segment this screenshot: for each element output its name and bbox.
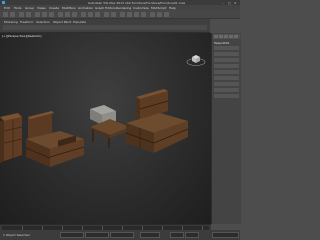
rotate-icon[interactable] xyxy=(65,11,70,17)
status-bar: 1 Object Selected xyxy=(0,230,240,240)
undo-icon[interactable] xyxy=(3,11,8,17)
select-object-icon[interactable] xyxy=(35,11,40,17)
menu-item-create[interactable]: Create xyxy=(49,6,59,10)
modifier-stack-row[interactable] xyxy=(214,64,239,68)
viewport-navigation-controls[interactable] xyxy=(212,232,239,238)
modifier-stack-row[interactable] xyxy=(214,70,239,74)
curve-editor-icon[interactable] xyxy=(127,11,132,17)
wooden-hutch-model[interactable] xyxy=(124,89,190,155)
percent-snap-icon[interactable] xyxy=(95,11,100,17)
set-key-button[interactable] xyxy=(185,232,199,238)
move-icon[interactable] xyxy=(58,11,63,17)
menu-item-modifiers[interactable]: Modifiers xyxy=(62,6,76,10)
auto-key-button[interactable] xyxy=(170,232,184,238)
perspective-viewport[interactable]: [+][Perspective][Realistic] xyxy=(0,33,211,224)
ribbon-tab-freeform[interactable]: Freeform xyxy=(20,20,33,24)
select-by-name-icon[interactable] xyxy=(42,11,47,17)
modifier-stack-row[interactable] xyxy=(214,52,239,56)
snap-toggle-icon[interactable] xyxy=(81,11,86,17)
mirror-icon[interactable] xyxy=(104,11,109,17)
window-title: Autodesk 3ds Max 2013 x64 Furniture/Furn… xyxy=(88,0,186,5)
menu-item-edit[interactable]: Edit xyxy=(4,6,10,10)
modifier-stack-row[interactable] xyxy=(214,82,239,86)
render-setup-icon[interactable] xyxy=(150,11,155,17)
ribbon-tab-selection[interactable]: Selection xyxy=(36,20,50,24)
modifier-stack-row[interactable] xyxy=(214,76,239,80)
selection-region-icon[interactable] xyxy=(49,11,54,17)
wooden-cabinet-model[interactable] xyxy=(22,111,86,169)
menu-item-tools[interactable]: Tools xyxy=(14,6,21,10)
command-panel: Teapot001 xyxy=(211,33,241,224)
grid-field[interactable] xyxy=(140,232,160,238)
hierarchy-tab-icon[interactable] xyxy=(224,35,228,38)
modify-tab-icon[interactable] xyxy=(219,35,223,38)
scale-icon[interactable] xyxy=(72,11,77,17)
material-editor-icon[interactable] xyxy=(141,11,146,17)
main-toolbar xyxy=(0,10,240,19)
menu-item-group[interactable]: Group xyxy=(25,6,34,10)
display-tab-icon[interactable] xyxy=(234,35,238,38)
menu-item-maxscript[interactable]: MAXScript xyxy=(151,6,166,10)
menu-item-animation[interactable]: Animation xyxy=(78,6,93,10)
viewcube-icon[interactable] xyxy=(186,53,206,67)
maximize-button[interactable]: □ xyxy=(228,1,231,5)
app-logo-icon[interactable] xyxy=(2,1,5,4)
menu-item-rendering[interactable]: Rendering xyxy=(116,6,131,10)
x-coordinate-field[interactable] xyxy=(60,232,84,238)
layer-manager-icon[interactable] xyxy=(120,11,125,17)
modifier-stack-row[interactable] xyxy=(214,88,239,92)
ribbon-panel xyxy=(3,25,207,30)
create-tab-icon[interactable] xyxy=(214,35,218,38)
close-button[interactable]: ✕ xyxy=(234,1,237,5)
status-text: 1 Object Selected xyxy=(3,233,30,237)
schematic-view-icon[interactable] xyxy=(134,11,139,17)
object-name-field[interactable]: Teapot001 xyxy=(214,41,230,45)
ribbon-tab-object-paint[interactable]: Object Paint xyxy=(53,20,71,24)
link-icon[interactable] xyxy=(19,11,24,17)
y-coordinate-field[interactable] xyxy=(85,232,109,238)
menu-item-customize[interactable]: Customize xyxy=(133,6,149,10)
motion-tab-icon[interactable] xyxy=(229,35,233,38)
modifier-stack-row[interactable] xyxy=(214,58,239,62)
menu-item-help[interactable]: Help xyxy=(169,6,176,10)
ribbon-tab-populate[interactable]: Populate xyxy=(73,20,86,24)
modifier-list-dropdown[interactable] xyxy=(214,46,239,50)
redo-icon[interactable] xyxy=(10,11,15,17)
wooden-crate-model[interactable] xyxy=(0,111,22,163)
menu-item-graph-editors[interactable]: Graph Editors xyxy=(95,6,116,10)
angle-snap-icon[interactable] xyxy=(88,11,93,17)
modifier-stack-row[interactable] xyxy=(214,94,239,98)
ribbon: Modeling Freeform Selection Object Paint… xyxy=(0,19,210,33)
ribbon-tab-modeling[interactable]: Modeling xyxy=(4,20,18,24)
command-panel-tabs xyxy=(213,34,240,39)
menu-item-views[interactable]: Views xyxy=(37,6,46,10)
unlink-icon[interactable] xyxy=(26,11,31,17)
render-production-icon[interactable] xyxy=(164,11,169,17)
minimize-button[interactable]: – xyxy=(222,1,224,5)
viewport-label[interactable]: [+][Perspective][Realistic] xyxy=(2,34,41,38)
align-icon[interactable] xyxy=(111,11,116,17)
rendered-frame-icon[interactable] xyxy=(157,11,162,17)
z-coordinate-field[interactable] xyxy=(110,232,134,238)
